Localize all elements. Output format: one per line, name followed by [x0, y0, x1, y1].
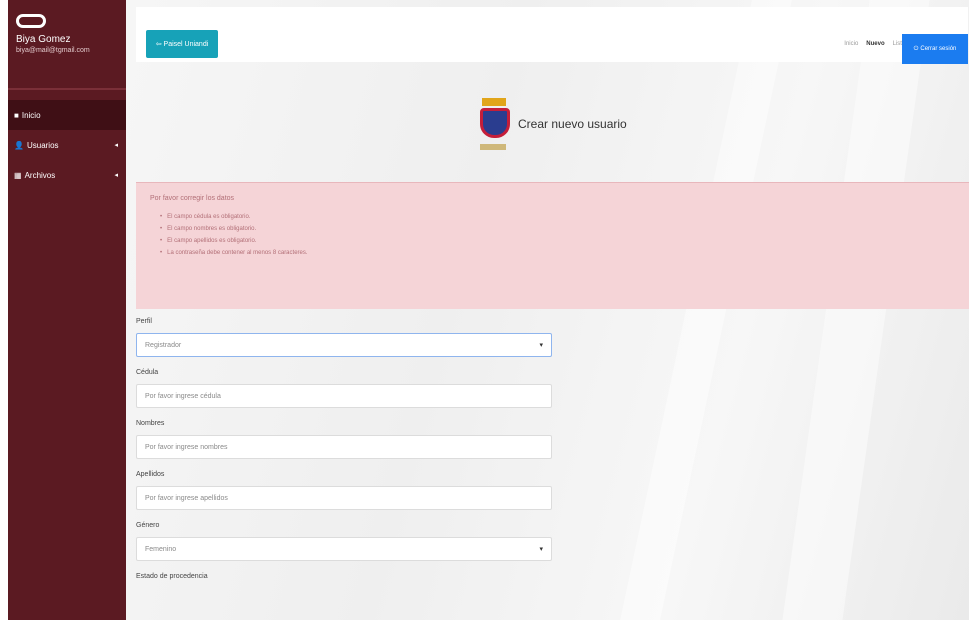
sidebar-item-inicio[interactable]: ■ Inicio	[8, 100, 126, 130]
perfil-label: Perfil	[136, 318, 152, 325]
genero-label: Género	[136, 522, 160, 529]
page-header: Crear nuevo usuario	[474, 92, 627, 156]
alert-item: El campo cédula es obligatorio.	[160, 214, 955, 220]
logo-motto	[480, 144, 506, 150]
building-icon: ▦	[14, 170, 22, 180]
alert-item: La contraseña debe contener al menos 8 c…	[160, 250, 955, 256]
background-stripe	[620, 0, 792, 620]
logout-label: Cerrar sesión	[920, 46, 957, 52]
genero-select[interactable]: Femenino ▾	[136, 537, 552, 561]
user-email: biya@mail@tgmail.com	[16, 47, 90, 54]
perfil-select[interactable]: Registrador ▾	[136, 333, 552, 357]
main-content: ⇦ Paisel Uniandi Inicio Nuevo Listado ⏻ …	[126, 0, 969, 620]
chevron-left-icon: ◂	[114, 172, 118, 179]
validation-alert: Por favor corregir los datos El campo cé…	[136, 182, 969, 309]
alert-item: El campo apellidos es obligatorio.	[160, 238, 955, 244]
cedula-input[interactable]: Por favor ingrese cédula	[136, 384, 552, 408]
alert-item: El campo nombres es obligatorio.	[160, 226, 955, 232]
home-icon: ■	[14, 110, 19, 120]
sidebar: Biya Gomez biya@mail@tgmail.com ■ Inicio…	[8, 0, 126, 620]
shield-icon	[480, 108, 510, 138]
page-title: Crear nuevo usuario	[518, 117, 627, 131]
back-button[interactable]: ⇦ Paisel Uniandi	[146, 30, 218, 58]
sidebar-item-archivos[interactable]: ▦ Archivos ◂	[8, 160, 126, 190]
sidebar-item-label: Inicio	[21, 110, 41, 120]
caret-down-icon: ▾	[539, 546, 543, 553]
sidebar-divider	[8, 88, 126, 90]
logo-crown	[482, 98, 506, 106]
user-avatar-icon	[16, 14, 46, 28]
institution-logo	[474, 92, 514, 156]
sidebar-item-label: Archivos	[24, 170, 56, 180]
genero-value: Femenino	[145, 545, 177, 553]
perfil-value: Registrador	[145, 341, 182, 349]
cedula-label: Cédula	[136, 369, 159, 376]
breadcrumb-nuevo: Nuevo	[866, 41, 885, 47]
create-user-form: Perfil Registrador ▾ Cédula Por favor in…	[136, 318, 552, 588]
perfil-group: Perfil Registrador ▾	[136, 318, 552, 357]
apellidos-group: Apellidos Por favor ingrese apellidos	[136, 471, 552, 510]
genero-group: Género Femenino ▾	[136, 522, 552, 561]
nombres-input[interactable]: Por favor ingrese nombres	[136, 435, 552, 459]
users-icon: 👤	[14, 140, 24, 150]
cedula-group: Cédula Por favor ingrese cédula	[136, 369, 552, 408]
sidebar-item-label: Usuarios	[26, 140, 59, 150]
estado-label: Estado de procedencia	[136, 573, 208, 580]
apellidos-input[interactable]: Por favor ingrese apellidos	[136, 486, 552, 510]
alert-title: Por favor corregir los datos	[150, 195, 235, 202]
breadcrumb-inicio[interactable]: Inicio	[844, 41, 858, 47]
sidebar-item-usuarios[interactable]: 👤 Usuarios ◂	[8, 130, 126, 160]
apellidos-label: Apellidos	[136, 471, 165, 478]
logout-button[interactable]: ⏻ Cerrar sesión	[902, 34, 968, 64]
background-stripe	[782, 0, 930, 620]
chevron-left-icon: ◂	[114, 142, 118, 149]
nombres-label: Nombres	[136, 420, 165, 427]
logout-icon: ⏻	[913, 45, 919, 52]
alert-list: El campo cédula es obligatorio. El campo…	[160, 214, 955, 256]
nombres-group: Nombres Por favor ingrese nombres	[136, 420, 552, 459]
caret-down-icon: ▾	[539, 342, 543, 349]
user-panel: Biya Gomez biya@mail@tgmail.com	[8, 0, 126, 88]
top-navbar: ⇦ Paisel Uniandi Inicio Nuevo Listado ⏻ …	[136, 7, 968, 64]
user-name: Biya Gomez	[16, 34, 71, 45]
